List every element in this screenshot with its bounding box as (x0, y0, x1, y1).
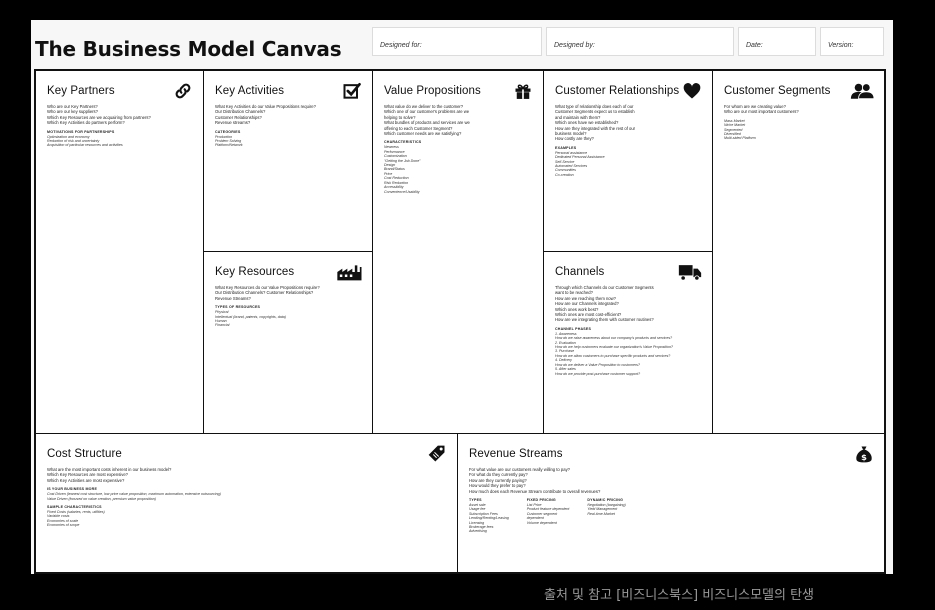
version-field[interactable]: Version: (820, 27, 884, 56)
block-section: TYPES OF RESOURCES Physical Intellectual (… (215, 305, 363, 328)
svg-text:$: $ (861, 452, 867, 462)
block-title: Key Partners (47, 85, 115, 97)
key-resources-block: Key Resources What Key Resources do our … (204, 252, 373, 434)
pricing-column: TYPES Asset sale Usage fee Subscription Fee… (469, 498, 509, 534)
canvas-sheet: The Business Model Canvas Designed for: … (31, 20, 893, 574)
column-item: Volume dependent (526, 520, 557, 525)
source-credit: 출처 및 참고 [비즈니스북스] 비즈니스모델의 탄생 (544, 588, 815, 603)
key-partners-block: Key Partners Who are our Key Partners? Wh… (36, 71, 204, 434)
column-item: Advertising (469, 529, 487, 534)
column-item: Real-time-Market (587, 511, 615, 516)
designed-for-field[interactable]: Designed for: (372, 27, 542, 56)
question-line: How are we integrating them with custome… (555, 317, 654, 323)
column-item: Lending/Renting/Leasing (469, 516, 509, 521)
block-title: Key Activities (215, 85, 285, 97)
people-icon (850, 81, 874, 101)
designed-by-field[interactable]: Designed by: (546, 27, 734, 56)
block-title: Customer Relationships (555, 85, 680, 97)
section-item: Platform/Network (215, 143, 243, 148)
block-title: Revenue Streams (469, 448, 563, 460)
channels-block: Channels Through which Channels do our C… (544, 252, 713, 434)
block-section: CHARACTERISTICS Newness Performance Customi… (384, 140, 534, 193)
block-section: IS YOUR BUSINESS MORE Cost Driven (leanes… (47, 487, 448, 501)
heart-icon (682, 81, 702, 101)
gift-icon (513, 81, 533, 101)
version-label: Version: (828, 42, 854, 49)
revenue-streams-block: Revenue Streams $ For what value are our… (458, 434, 884, 572)
canvas-grid: Key Partners Who are our Key Partners? Wh… (34, 69, 886, 574)
money-bag-icon: $ (854, 444, 874, 464)
customer-relationships-block: Customer Relationships What type of rela… (544, 71, 713, 252)
section-item: Value Driven (focused on value creation,… (47, 496, 156, 501)
price-tag-icon (427, 444, 447, 464)
checkbox-icon (342, 81, 362, 101)
question-line: Revenue streams? (215, 120, 251, 126)
section-item: Acquisition of particular resources and … (47, 143, 123, 148)
block-section: Mass Market Niche Market Segmented Diversif… (724, 119, 875, 141)
block-section: MOTIVATIONS FOR PARTNERSHIPS Optimization… (47, 130, 194, 148)
block-section: EXAMPLES Personal assistance Dedicated Per… (555, 146, 703, 177)
question-line: Which customer needs are we satisfying? (384, 131, 462, 137)
chain-link-icon (173, 81, 193, 101)
key-activities-block: Key Activities What Key Activities do ou… (204, 71, 373, 252)
customer-segments-block: Customer Segments For whom are we creati… (713, 71, 884, 434)
block-title: Value Propositions (384, 85, 481, 97)
question-line: How much does each Revenue Stream contri… (469, 488, 601, 494)
pricing-column: FIXED PRICING List Price Product feature d… (527, 498, 570, 534)
value-propositions-block: Value Propositions What value do we deli… (373, 71, 544, 434)
question-line: Which Key Activities are most expensive? (47, 477, 125, 483)
block-section: SAMPLE CHARACTERISTICS Fixed Costs (salar… (47, 505, 448, 528)
question-line: Which Key Activities do partners perform… (47, 120, 125, 126)
page-title: The Business Model Canvas (35, 37, 342, 61)
designed-by-label: Designed by: (554, 42, 595, 49)
question-line: How costly are they? (555, 136, 594, 142)
section-item: How do we provide post-purchase customer… (555, 371, 641, 376)
date-label: Date: (746, 42, 763, 49)
factory-icon (336, 262, 362, 282)
section-item: Convenience/Usability (384, 189, 420, 194)
section-item: Economies of scope (47, 523, 80, 528)
block-section: CATEGORIES Production Problem Solving Platf… (215, 130, 363, 148)
question-line: Revenue Streams? (215, 295, 251, 301)
section-item: Financial (215, 323, 230, 328)
block-title: Cost Structure (47, 448, 122, 460)
section-item: Co-creation (555, 172, 574, 177)
designed-for-label: Designed for: (380, 42, 422, 49)
question-line: Who are our most important customers? (724, 109, 799, 115)
cost-structure-block: Cost Structure What are the most importa… (36, 434, 458, 572)
truck-icon (678, 262, 702, 282)
pricing-column: DYNAMIC PRICING Negotiation (bargaining) Y… (587, 498, 625, 534)
pricing-columns: TYPES Asset sale Usage fee Subscription Fee… (469, 498, 875, 534)
section-item: Multi-sided Platform (724, 136, 756, 141)
block-section: CHANNEL PHASES 1. Awareness How do we rais… (555, 327, 703, 376)
date-field[interactable]: Date: (738, 27, 816, 56)
